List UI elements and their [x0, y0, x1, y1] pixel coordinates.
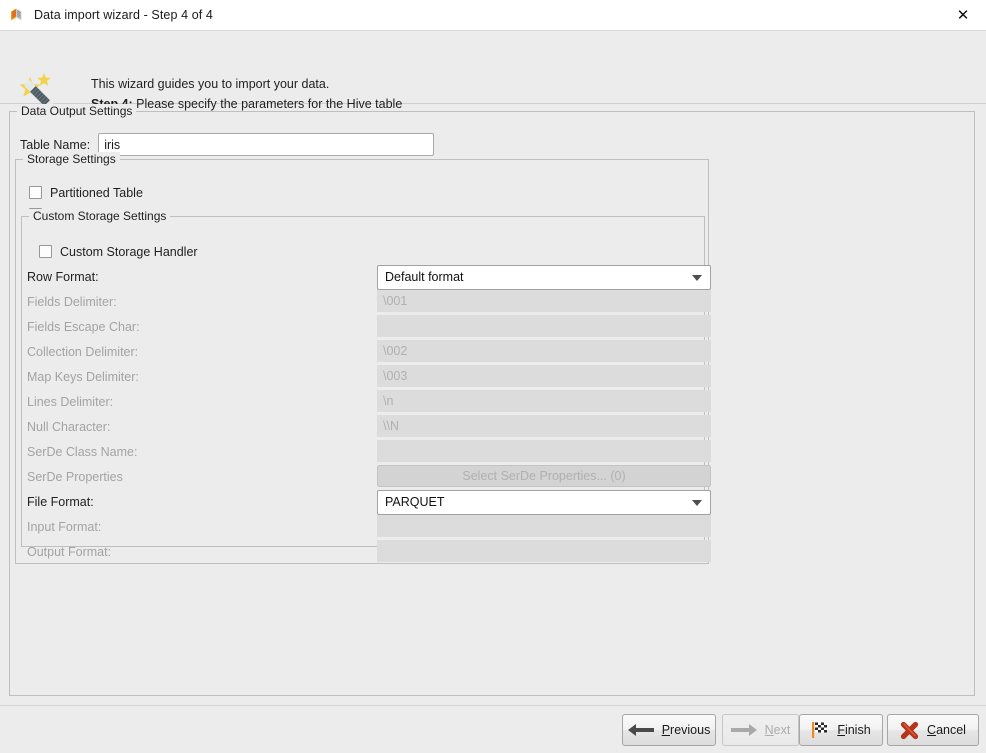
cancel-rest: ancel — [936, 723, 966, 737]
wizard-step-text: Please specify the parameters for the Hi… — [133, 97, 403, 111]
previous-rest: revious — [670, 723, 710, 737]
collection-delimiter-input: \002 — [377, 340, 711, 362]
cancel-button-label: Cancel — [927, 723, 966, 737]
cancel-button[interactable]: Cancel — [887, 714, 979, 746]
custom-storage-handler-checkbox-row[interactable]: Custom Storage Handler — [39, 243, 198, 260]
data-output-settings-title: Data Output Settings — [17, 104, 136, 118]
next-mnemonic: N — [765, 723, 774, 737]
table-name-label: Table Name: — [20, 138, 90, 152]
file-format-label: File Format: — [27, 495, 94, 509]
storage-settings-title: Storage Settings — [23, 152, 120, 166]
close-icon[interactable]: ✕ — [940, 0, 986, 30]
red-cross-icon — [900, 721, 919, 740]
fields-escape-char-row: Fields Escape Char: — [27, 315, 701, 340]
partitioned-table-label: Partitioned Table — [50, 186, 143, 200]
map-keys-delimiter-row: Map Keys Delimiter: \003 — [27, 365, 701, 390]
finish-button[interactable]: Finish — [799, 714, 883, 746]
partitioned-table-checkbox-row[interactable]: Partitioned Table — [29, 184, 143, 201]
file-format-combo[interactable]: PARQUET — [377, 490, 711, 515]
previous-mnemonic: P — [662, 723, 670, 737]
lines-delimiter-input: \n — [377, 390, 711, 412]
output-format-label: Output Format: — [27, 545, 111, 559]
hive-stack-icon — [9, 7, 25, 23]
serde-properties-row: SerDe Properties Select SerDe Properties… — [27, 465, 701, 490]
map-keys-delimiter-label: Map Keys Delimiter: — [27, 370, 139, 384]
serde-properties-label: SerDe Properties — [27, 470, 123, 484]
wizard-description-line1: This wizard guides you to import your da… — [91, 75, 402, 94]
row-format-combo[interactable]: Default format — [377, 265, 711, 290]
collection-delimiter-row: Collection Delimiter: \002 — [27, 340, 701, 365]
null-character-input: \\N — [377, 415, 711, 437]
null-character-label: Null Character: — [27, 420, 110, 434]
serde-class-name-label: SerDe Class Name: — [27, 445, 137, 459]
previous-button-label: Previous — [662, 723, 711, 737]
fields-delimiter-row: Fields Delimiter: \001 — [27, 290, 701, 315]
finish-mnemonic: F — [837, 723, 845, 737]
next-button-label: Next — [765, 723, 791, 737]
lines-delimiter-row: Lines Delimiter: \n — [27, 390, 701, 415]
custom-storage-handler-checkbox[interactable] — [39, 245, 52, 258]
lines-delimiter-label: Lines Delimiter: — [27, 395, 113, 409]
custom-storage-handler-label: Custom Storage Handler — [60, 245, 198, 259]
data-output-settings-panel: Data Output Settings Table Name: Storage… — [9, 111, 975, 696]
finish-rest: inish — [845, 723, 871, 737]
input-format-label: Input Format: — [27, 520, 101, 534]
wizard-header: This wizard guides you to import your da… — [0, 31, 986, 104]
input-format-row: Input Format: — [27, 515, 701, 540]
fields-delimiter-input: \001 — [377, 290, 711, 312]
file-format-value: PARQUET — [385, 495, 445, 509]
window-titlebar: Data import wizard - Step 4 of 4 ✕ — [0, 0, 986, 31]
serde-class-name-input — [377, 440, 711, 462]
null-character-row: Null Character: \\N — [27, 415, 701, 440]
row-format-value: Default format — [385, 270, 464, 284]
next-button: Next — [722, 714, 799, 746]
window-title: Data import wizard - Step 4 of 4 — [34, 8, 213, 22]
arrow-left-icon — [628, 724, 654, 736]
wizard-description: This wizard guides you to import your da… — [91, 75, 402, 114]
chevron-down-icon — [692, 275, 702, 281]
map-keys-delimiter-input: \003 — [377, 365, 711, 387]
output-format-input — [377, 540, 711, 562]
fields-escape-char-label: Fields Escape Char: — [27, 320, 140, 334]
row-format-label: Row Format: — [27, 270, 99, 284]
fields-escape-char-input — [377, 315, 711, 337]
chevron-down-icon — [692, 500, 702, 506]
finish-button-label: Finish — [837, 723, 870, 737]
arrow-right-icon — [731, 724, 757, 736]
collection-delimiter-label: Collection Delimiter: — [27, 345, 138, 359]
select-serde-properties-button: Select SerDe Properties... (0) — [377, 465, 711, 487]
storage-settings-panel: Storage Settings Partitioned Table Custo… — [15, 159, 709, 564]
table-name-input[interactable] — [98, 133, 434, 156]
wizard-button-bar: Previous Next — [0, 705, 986, 753]
output-format-row: Output Format: — [27, 540, 701, 565]
serde-class-name-row: SerDe Class Name: — [27, 440, 701, 465]
file-format-row: File Format: PARQUET — [27, 490, 701, 515]
custom-storage-settings-title: Custom Storage Settings — [29, 209, 170, 223]
row-format-row: Row Format: Default format — [27, 265, 701, 290]
cancel-mnemonic: C — [927, 723, 936, 737]
partitioned-table-checkbox[interactable] — [29, 186, 42, 199]
custom-storage-settings-panel: Custom Storage Settings Custom Storage H… — [21, 216, 705, 547]
previous-button[interactable]: Previous — [622, 714, 716, 746]
next-rest: ext — [774, 723, 791, 737]
checkered-flag-icon — [811, 721, 829, 739]
fields-delimiter-label: Fields Delimiter: — [27, 295, 117, 309]
input-format-input — [377, 515, 711, 537]
